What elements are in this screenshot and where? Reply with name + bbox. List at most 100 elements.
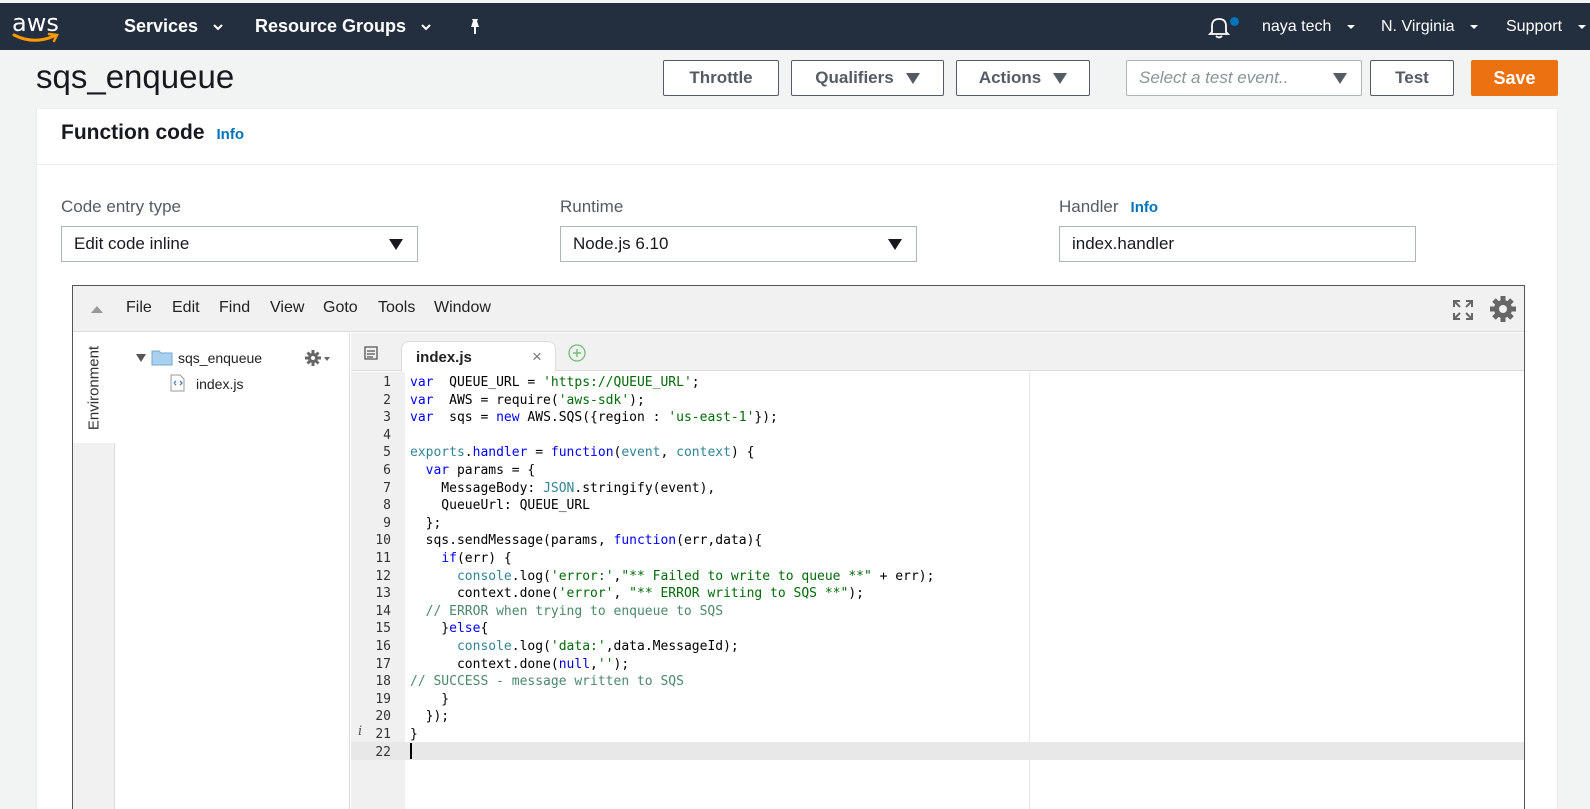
code-token: '' xyxy=(597,656,614,672)
code-line: if(err) { xyxy=(410,550,511,568)
qualifiers-button[interactable]: Qualifiers xyxy=(791,60,944,96)
aws-logo[interactable]: aws xyxy=(12,9,62,45)
folder-icon xyxy=(151,350,173,366)
bell-icon[interactable] xyxy=(1208,15,1230,39)
info-annotation-icon[interactable]: i xyxy=(358,724,362,739)
throttle-button[interactable]: Throttle xyxy=(663,60,779,96)
menu-file[interactable]: File xyxy=(126,299,152,317)
code-token: 'aws-sdk' xyxy=(558,392,630,408)
code-token: ) { xyxy=(730,445,755,461)
save-button[interactable]: Save xyxy=(1471,60,1558,96)
code-token: var xyxy=(410,375,434,390)
close-icon[interactable]: × xyxy=(532,347,542,367)
chevron-down-icon xyxy=(421,24,431,31)
code-line: var params = { xyxy=(410,462,536,480)
settings-gear-icon[interactable] xyxy=(1488,294,1518,324)
line-number: 15 xyxy=(375,621,391,637)
code-line: } xyxy=(410,726,418,744)
test-label: Test xyxy=(1395,68,1429,87)
environment-tab[interactable]: Environment xyxy=(73,333,115,443)
code-token: ; xyxy=(691,375,700,390)
ide-menu-bar: File Edit Find View Goto Tools Window xyxy=(73,286,1524,332)
menu-goto[interactable]: Goto xyxy=(323,299,358,317)
region-menu[interactable]: N. Virginia xyxy=(1381,3,1479,50)
code-line: console.log('data:',data.MessageId); xyxy=(410,638,739,656)
code-token: 'error' xyxy=(558,586,614,602)
line-number: 18 xyxy=(375,674,391,690)
code-token: function xyxy=(550,445,614,461)
caret-down-icon xyxy=(1577,24,1586,29)
function-code-title: Function code Info xyxy=(61,121,244,145)
tab-list-icon[interactable] xyxy=(363,346,379,360)
code-token: } xyxy=(410,691,450,707)
code-token: , xyxy=(590,656,598,672)
expand-folder-icon[interactable] xyxy=(136,354,146,362)
code-token: event xyxy=(621,445,661,461)
handler-label-row: Handler Info xyxy=(1059,197,1158,217)
handler-info-link[interactable]: Info xyxy=(1131,199,1159,216)
code-line: exports.handler = function(event, contex… xyxy=(410,444,754,462)
editor-tabs: index.js × xyxy=(351,333,1524,372)
line-number: 13 xyxy=(375,586,391,602)
code-token: (err,data){ xyxy=(676,533,763,549)
code-line: // ERROR when trying to enqueue to SQS xyxy=(410,603,723,621)
support-label: Support xyxy=(1506,18,1563,35)
support-menu[interactable]: Support xyxy=(1506,3,1587,50)
code-token: .log( xyxy=(511,639,551,654)
line-number: 4 xyxy=(383,427,391,443)
code-entry-select[interactable]: Edit code inline xyxy=(61,226,418,262)
runtime-select[interactable]: Node.js 6.10 xyxy=(560,226,917,262)
account-menu[interactable]: naya tech xyxy=(1262,3,1356,50)
line-number: 9 xyxy=(383,515,391,531)
file-name[interactable]: index.js xyxy=(196,376,243,392)
code-token: handler xyxy=(472,445,528,461)
code-token: = xyxy=(527,445,551,461)
code-token: }); xyxy=(410,709,450,725)
code-token: ); xyxy=(848,586,864,602)
test-button[interactable]: Test xyxy=(1370,60,1454,96)
line-number: 14 xyxy=(375,603,391,619)
code-token: var xyxy=(410,410,434,426)
function-code-info-link[interactable]: Info xyxy=(217,126,245,143)
folder-name[interactable]: sqs_enqueue xyxy=(178,350,262,366)
code-token: exports xyxy=(410,445,465,461)
code-token: sqs = xyxy=(433,410,497,426)
caret-down-icon xyxy=(905,72,920,84)
actions-button[interactable]: Actions xyxy=(956,60,1090,96)
services-menu[interactable]: Services xyxy=(124,3,223,50)
test-event-select[interactable]: Select a test event.. xyxy=(1126,60,1362,96)
code-token: MessageBody: xyxy=(410,480,544,496)
code-token: "** ERROR writing to SQS **" xyxy=(629,586,849,602)
code-line: var QUEUE_URL = 'https://QUEUE_URL'; xyxy=(410,374,700,392)
fullscreen-icon[interactable] xyxy=(1452,299,1474,321)
aws-smile-icon xyxy=(12,32,59,43)
handler-input[interactable]: index.handler xyxy=(1059,226,1416,262)
notification-dot xyxy=(1230,17,1239,26)
add-tab-icon[interactable] xyxy=(568,344,586,362)
menu-tools[interactable]: Tools xyxy=(378,299,415,317)
tree-settings-icon[interactable] xyxy=(304,349,332,367)
code-token: }; xyxy=(410,515,442,531)
code-token: ); xyxy=(629,392,645,408)
line-number: 17 xyxy=(375,656,391,672)
caret-down-icon xyxy=(1469,24,1478,29)
caret-down-icon xyxy=(389,239,403,250)
pin-icon[interactable] xyxy=(465,17,485,37)
collapse-menu-icon[interactable] xyxy=(91,306,103,313)
code-token: AWS = require( xyxy=(433,392,559,408)
tab-index-js[interactable]: index.js × xyxy=(401,341,556,372)
code-line: QueueUrl: QUEUE_URL xyxy=(410,497,590,515)
code-token: . xyxy=(464,445,473,461)
menu-edit[interactable]: Edit xyxy=(172,299,200,317)
resource-groups-menu[interactable]: Resource Groups xyxy=(255,3,431,50)
active-line-highlight xyxy=(351,742,1524,760)
line-number: 7 xyxy=(383,480,391,496)
menu-window[interactable]: Window xyxy=(434,299,491,317)
menu-find[interactable]: Find xyxy=(219,299,250,317)
menu-view[interactable]: View xyxy=(270,299,304,317)
line-number: 2 xyxy=(383,392,391,408)
code-token: + err); xyxy=(871,568,935,584)
code-line: }); xyxy=(410,708,450,726)
